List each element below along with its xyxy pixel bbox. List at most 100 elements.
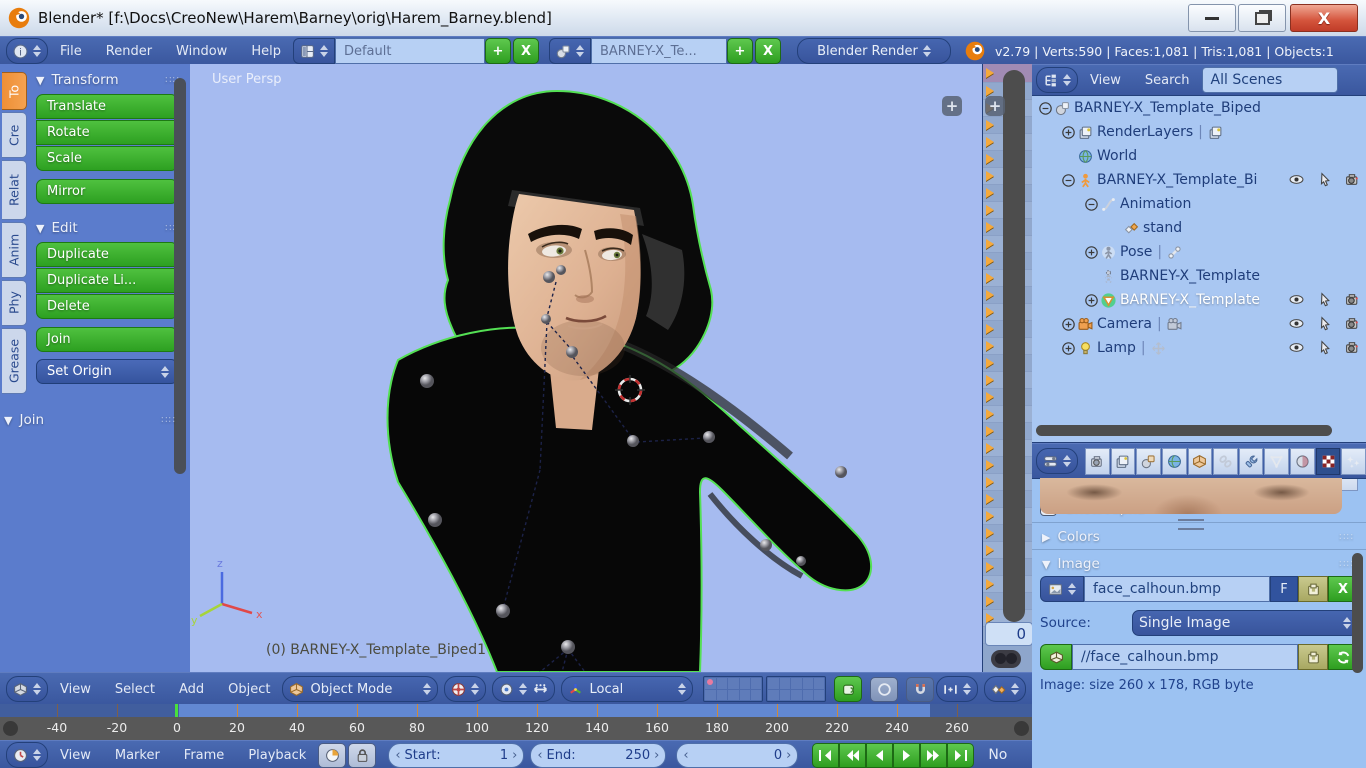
menu-render[interactable]: Render xyxy=(106,44,152,59)
viewport-3d[interactable]: z x y User Persp (0) BARNEY-X_Template_B… xyxy=(190,64,982,672)
pointer-icon[interactable] xyxy=(1317,292,1332,307)
sync-dropdown[interactable]: No xyxy=(988,747,1007,763)
layer-toggle[interactable] xyxy=(780,690,790,701)
editor-type-selector-3d[interactable] xyxy=(6,676,48,702)
props-tab-texture[interactable] xyxy=(1316,448,1341,475)
expand-region-button[interactable]: + xyxy=(942,96,962,116)
tl-menu-view[interactable]: View xyxy=(60,748,91,763)
props-tab-world[interactable] xyxy=(1162,448,1187,475)
camera-restrict-icon[interactable] xyxy=(1345,340,1360,355)
camera-restrict-icon[interactable] xyxy=(1345,172,1360,187)
eye-icon[interactable] xyxy=(1289,292,1304,307)
layer-toggle[interactable] xyxy=(717,690,727,701)
set-origin-dropdown[interactable]: Set Origin xyxy=(36,359,178,384)
layer-toggle[interactable] xyxy=(768,678,778,689)
menu-help[interactable]: Help xyxy=(251,44,281,59)
layers-group-2[interactable] xyxy=(766,676,826,702)
expand-region-button[interactable]: + xyxy=(985,96,1005,116)
preview-resize-handle[interactable] xyxy=(1178,519,1204,530)
image-source-button[interactable] xyxy=(1040,644,1072,670)
scene-name-field[interactable]: BARNEY-X_Te... xyxy=(591,38,727,64)
orientation-dropdown[interactable]: Local xyxy=(561,676,693,702)
expand-icon[interactable] xyxy=(1061,317,1076,332)
layer-toggle[interactable] xyxy=(728,678,738,689)
camera-restrict-icon[interactable] xyxy=(1345,316,1360,331)
screen-layout-browse[interactable] xyxy=(293,38,335,64)
proportional-edit-button[interactable] xyxy=(870,677,898,702)
layers-group-1[interactable] xyxy=(703,676,763,702)
layer-toggle[interactable] xyxy=(814,690,824,701)
add-layout-button[interactable]: + xyxy=(485,38,511,64)
editor-type-selector-timeline[interactable] xyxy=(6,742,48,768)
fake-user-button[interactable]: F xyxy=(1270,576,1298,602)
image-browse-button[interactable] xyxy=(1040,576,1084,602)
layer-toggle[interactable] xyxy=(705,690,715,701)
layer-toggle[interactable] xyxy=(803,690,813,701)
scene-lock-button[interactable] xyxy=(834,676,862,702)
props-tab-object[interactable] xyxy=(1188,448,1213,475)
pointer-icon[interactable] xyxy=(1317,340,1332,355)
outliner-item-world[interactable]: World xyxy=(1034,144,1364,168)
keying-set-dropdown[interactable] xyxy=(984,676,1026,702)
expand-icon[interactable] xyxy=(1084,293,1099,308)
strip-frame-field[interactable]: 0 xyxy=(985,622,1033,646)
outliner-item-barney-x-template-bi[interactable]: BARNEY-X_Template_Bi xyxy=(1034,168,1364,192)
outliner-item-animation[interactable]: Animation xyxy=(1034,192,1364,216)
snap-toggle-button[interactable] xyxy=(906,677,934,702)
props-tab-constraints[interactable] xyxy=(1213,448,1238,475)
outliner-hscrollbar[interactable] xyxy=(1036,425,1332,436)
colors-panel-header[interactable]: ▶ Colors ∷∷ xyxy=(1042,529,1358,545)
layer-toggle[interactable] xyxy=(803,678,813,689)
current-frame-field[interactable]: ‹ 0 › xyxy=(676,743,798,768)
layer-toggle[interactable] xyxy=(814,678,824,689)
pivot-dropdown[interactable] xyxy=(492,676,555,702)
editor-type-selector-info[interactable]: i xyxy=(6,38,48,64)
props-tab-data[interactable] xyxy=(1264,448,1289,475)
mirror-button[interactable]: Mirror xyxy=(36,179,178,204)
layer-toggle[interactable] xyxy=(705,678,715,689)
menu-file[interactable]: File xyxy=(60,44,82,59)
outliner-item-barney-x-template[interactable]: BARNEY-X_Template xyxy=(1034,264,1364,288)
delete-button[interactable]: Delete xyxy=(36,294,178,319)
eye-icon[interactable] xyxy=(1289,316,1304,331)
screen-layout-field[interactable]: Default xyxy=(335,38,485,64)
outliner-item-barney-x-template[interactable]: BARNEY-X_Template xyxy=(1034,288,1364,312)
shelf-tab-physics[interactable]: Phy xyxy=(2,280,27,326)
outliner-menu-search[interactable]: Search xyxy=(1145,73,1190,88)
scene-browse[interactable] xyxy=(549,38,591,64)
tl-menu-playback[interactable]: Playback xyxy=(248,748,306,763)
props-tab-render-layers[interactable] xyxy=(1111,448,1136,475)
strip-icon-blob[interactable] xyxy=(991,650,1021,668)
duplicate-button[interactable]: Duplicate xyxy=(36,242,178,267)
layer-toggle[interactable] xyxy=(791,678,801,689)
current-frame-playhead[interactable] xyxy=(175,704,178,717)
props-tab-modifiers[interactable] xyxy=(1239,448,1264,475)
layer-toggle[interactable] xyxy=(728,690,738,701)
jump-to-start-button[interactable] xyxy=(812,743,839,768)
operator-redo-panel-header[interactable]: ▼ Join ∷∷ xyxy=(4,412,180,428)
join-button[interactable]: Join xyxy=(36,327,178,352)
minimize-button[interactable] xyxy=(1188,4,1236,32)
layer-toggle[interactable] xyxy=(740,690,750,701)
timeline-frames-band[interactable] xyxy=(0,704,1032,717)
collapse-icon[interactable] xyxy=(1084,197,1099,212)
snap-element-dropdown[interactable] xyxy=(936,676,978,702)
mode-dropdown[interactable]: Object Mode xyxy=(282,676,438,702)
render-engine-select[interactable]: Blender Render xyxy=(797,38,951,64)
editor-type-selector-properties[interactable] xyxy=(1036,448,1078,474)
shelf-tab-grease[interactable]: Grease xyxy=(2,328,27,394)
translate-button[interactable]: Translate xyxy=(36,94,178,119)
v3d-menu-select[interactable]: Select xyxy=(115,682,155,697)
expand-icon[interactable] xyxy=(1061,341,1076,356)
properties-scrollbar[interactable] xyxy=(1352,553,1363,673)
source-dropdown[interactable]: Single Image xyxy=(1132,610,1358,636)
duplicate-linked-button[interactable]: Duplicate Li... xyxy=(36,268,178,293)
props-tab-scene[interactable] xyxy=(1136,448,1161,475)
props-tab-material[interactable] xyxy=(1290,448,1315,475)
filepath-field[interactable]: //face_calhoun.bmp xyxy=(1072,644,1298,670)
scale-button[interactable]: Scale xyxy=(36,146,178,171)
outliner-menu-view[interactable]: View xyxy=(1090,73,1121,88)
prev-keyframe-button[interactable] xyxy=(839,743,866,768)
play-reverse-button[interactable] xyxy=(866,743,893,768)
open-file-button[interactable] xyxy=(1298,644,1328,670)
